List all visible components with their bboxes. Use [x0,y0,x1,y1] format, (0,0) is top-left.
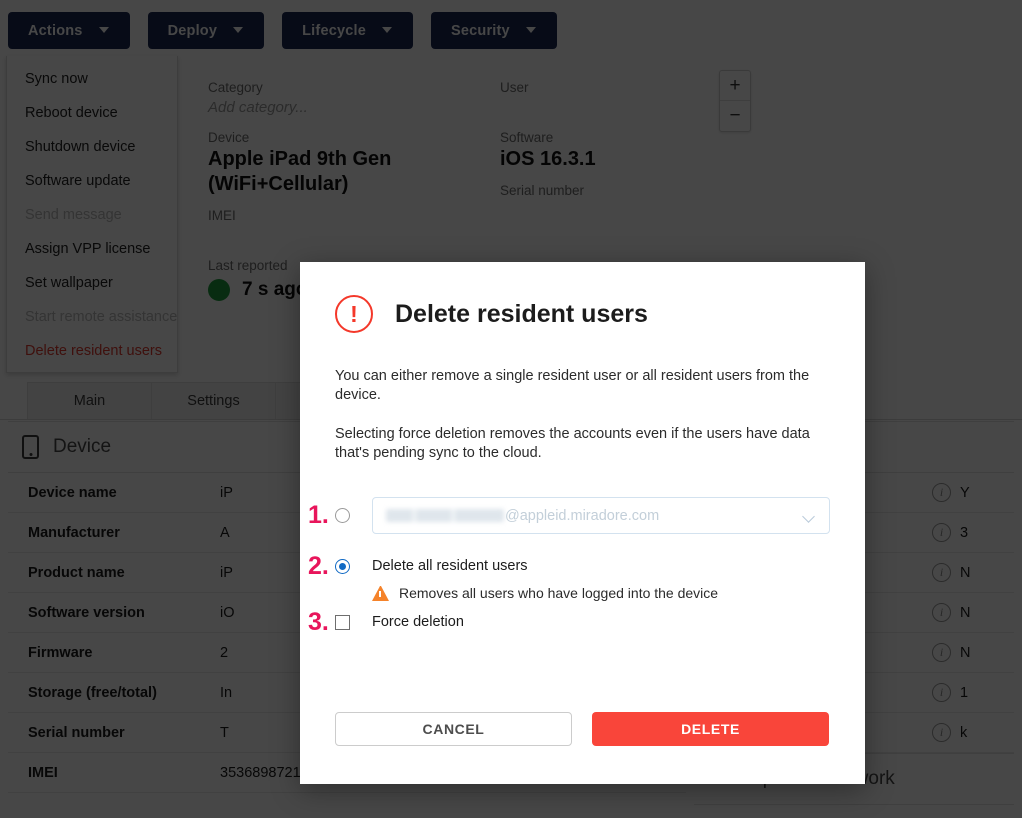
dialog-paragraph-2: Selecting force deletion removes the acc… [335,426,810,461]
resident-user-select-value: @appleid.miradore.com [386,508,659,524]
warning-triangle-icon [372,585,389,601]
step-number-2: 2. [308,551,329,580]
redacted-username [386,509,504,522]
single-user-radio[interactable] [335,508,350,523]
option-delete-all-row: 2. Delete all resident users [308,553,830,578]
delete-all-radio[interactable] [335,558,350,574]
option-single-user-row: 1. @appleid.miradore.com [308,497,830,534]
delete-all-warning-text: Removes all users who have logged into t… [399,585,719,601]
alert-circle-icon: ! [335,295,373,333]
dialog-header: ! Delete resident users [335,262,830,333]
resident-user-select[interactable]: @appleid.miradore.com [372,497,830,534]
step-number-3: 3. [308,607,329,636]
force-deletion-label[interactable]: Force deletion [372,614,464,630]
delete-all-warning-note: Removes all users who have logged into t… [372,585,830,601]
delete-all-label[interactable]: Delete all resident users [372,558,528,574]
step-number-1: 1. [308,501,329,529]
resident-user-domain: @appleid.miradore.com [505,507,660,524]
dialog-body: You can either remove a single resident … [308,367,830,634]
delete-resident-users-dialog: ! Delete resident users You can either r… [300,262,865,784]
option-force-deletion-row: 3. Force deletion [308,609,830,634]
app-root: Actions Deploy Lifecycle Security Sync n… [0,0,1022,818]
delete-button[interactable]: DELETE [592,712,829,746]
dialog-action-buttons: CANCEL DELETE [335,712,829,746]
cancel-button[interactable]: CANCEL [335,712,572,746]
force-deletion-checkbox[interactable] [335,614,350,630]
dialog-paragraph-1: You can either remove a single resident … [335,368,810,403]
dialog-options: 1. @appleid.miradore.com 2. Delete all r… [308,497,830,634]
chevron-down-icon [803,510,815,522]
dialog-title: Delete resident users [395,299,648,328]
